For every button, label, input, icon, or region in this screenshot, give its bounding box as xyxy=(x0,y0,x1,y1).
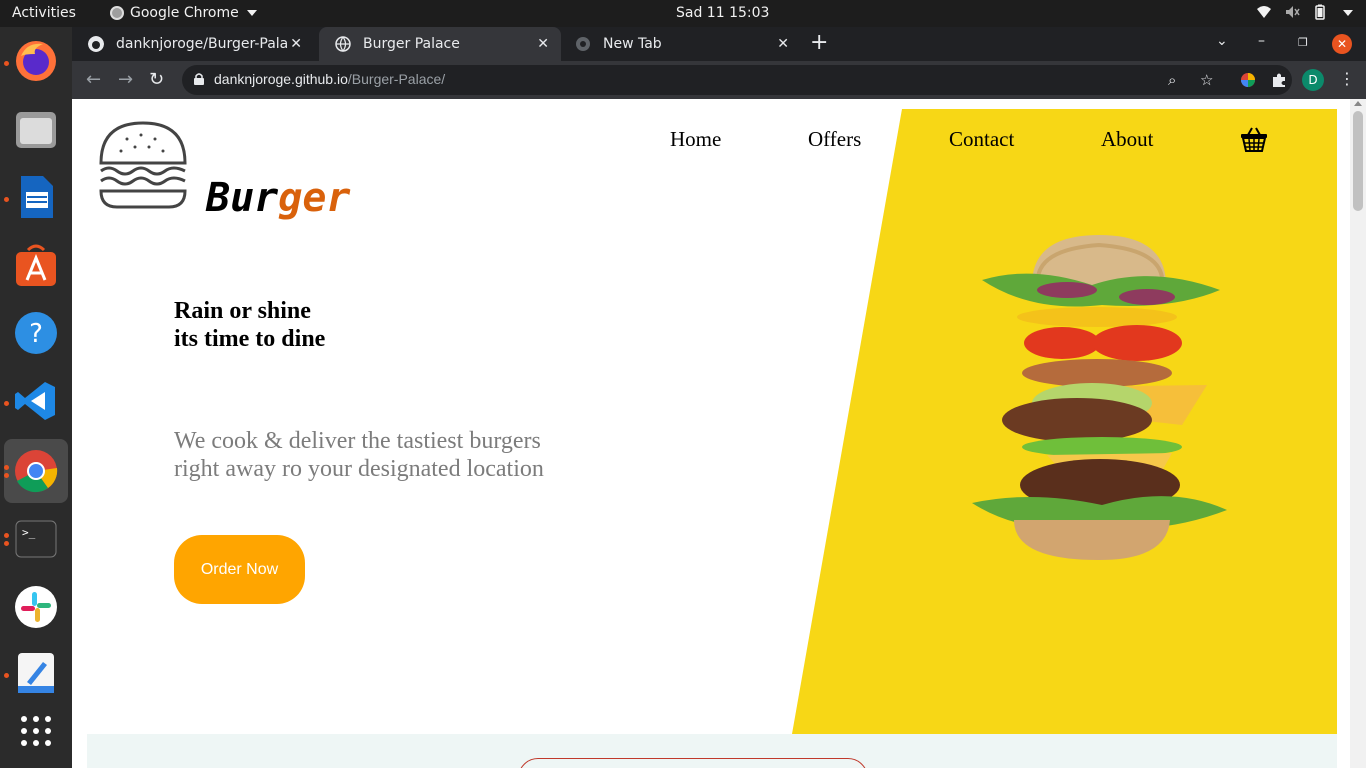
caret-down-icon xyxy=(246,10,257,16)
text-editor-icon[interactable] xyxy=(12,649,60,697)
running-indicator xyxy=(4,61,9,66)
color-extension-icon[interactable] xyxy=(1240,72,1256,88)
system-top-bar: Activities Google Chrome Sad 11 15:03 xyxy=(0,0,1366,27)
chrome-icon[interactable] xyxy=(12,447,60,495)
battery-icon xyxy=(1315,4,1325,20)
brand-wordmark[interactable]: Burger xyxy=(206,175,351,221)
tab-strip: danknjoroge/Burger-Pala ✕ Burger Palace … xyxy=(72,27,1366,61)
brand-part-2: ger xyxy=(278,175,351,221)
running-indicator xyxy=(4,541,9,546)
slack-icon[interactable] xyxy=(12,583,60,631)
browser-window: danknjoroge/Burger-Pala ✕ Burger Palace … xyxy=(72,27,1366,768)
app-menu[interactable]: Google Chrome xyxy=(110,5,257,21)
tab-new-tab[interactable]: New Tab ✕ xyxy=(559,27,801,61)
bookmark-star-icon[interactable]: ☆ xyxy=(1200,71,1213,89)
tab-burger-palace[interactable]: Burger Palace ✕ xyxy=(319,27,561,61)
cart-basket-icon[interactable] xyxy=(1240,125,1268,153)
libreoffice-writer-icon[interactable] xyxy=(12,173,60,221)
vscode-icon[interactable] xyxy=(12,377,60,425)
tab-search-icon[interactable]: ⌄ xyxy=(1216,33,1228,49)
running-indicator xyxy=(4,197,9,202)
address-bar[interactable]: danknjoroge.github.io/Burger-Palace/ ⌕ ☆ xyxy=(182,65,1292,95)
nav-offers[interactable]: Offers xyxy=(808,127,861,152)
url-path: /Burger-Palace/ xyxy=(347,71,446,87)
running-indicator xyxy=(4,533,9,538)
tab-title: Burger Palace xyxy=(363,36,460,52)
svg-text:?: ? xyxy=(29,319,43,349)
lock-icon[interactable] xyxy=(194,73,204,85)
exploded-burger-image xyxy=(972,235,1227,560)
volume-icon xyxy=(1286,6,1300,18)
chrome-icon xyxy=(110,6,124,20)
github-icon xyxy=(88,36,104,52)
app-center-icon[interactable] xyxy=(12,241,60,289)
nav-home[interactable]: Home xyxy=(670,127,721,152)
restore-button[interactable]: ❐ xyxy=(1298,36,1308,49)
running-indicator xyxy=(4,673,9,678)
tab-title: danknjoroge/Burger-Pala xyxy=(116,36,288,52)
wifi-icon xyxy=(1257,6,1271,18)
close-tab-icon[interactable]: ✕ xyxy=(290,36,302,52)
description-line-2: right away ro your designated location xyxy=(174,456,544,482)
show-apps-icon[interactable] xyxy=(12,707,60,755)
tab-title: New Tab xyxy=(603,36,662,52)
description-line-1: We cook & deliver the tastiest burgers xyxy=(174,428,541,454)
brand-part-1: Bur xyxy=(206,175,279,221)
reload-button[interactable]: ↻ xyxy=(149,69,164,90)
system-tray[interactable] xyxy=(1256,4,1356,20)
scrollbar-thumb[interactable] xyxy=(1353,111,1363,211)
order-now-button[interactable]: Order Now xyxy=(174,535,305,604)
app-menu-label: Google Chrome xyxy=(130,5,239,21)
menu-kebab-icon[interactable]: ⋮ xyxy=(1339,69,1355,88)
scroll-up-arrow-icon[interactable] xyxy=(1354,101,1362,106)
close-tab-icon[interactable]: ✕ xyxy=(537,36,549,52)
firefox-icon[interactable] xyxy=(12,37,60,85)
browser-toolbar: ← → ↻ danknjoroge.github.io/Burger-Palac… xyxy=(72,61,1366,99)
extensions-puzzle-icon[interactable] xyxy=(1271,72,1287,88)
url-host: danknjoroge.github.io xyxy=(214,71,348,87)
zoom-icon[interactable]: ⌕ xyxy=(1168,71,1176,89)
web-page: Burger Home Offers Contact About Rain or… xyxy=(72,99,1366,768)
hero-headline: Rain or shine its time to dine xyxy=(174,297,325,353)
forward-button[interactable]: → xyxy=(118,69,133,90)
profile-avatar[interactable]: D xyxy=(1302,69,1324,91)
help-icon[interactable]: ? xyxy=(12,309,60,357)
globe-icon xyxy=(335,36,351,52)
url-text: danknjoroge.github.io/Burger-Palace/ xyxy=(214,71,445,87)
hero-description: We cook & deliver the tastiest burgers r… xyxy=(174,427,544,483)
page-scrollbar[interactable] xyxy=(1350,99,1366,768)
running-indicator xyxy=(4,465,9,470)
close-tab-icon[interactable]: ✕ xyxy=(777,36,789,52)
files-icon[interactable] xyxy=(12,105,60,153)
running-indicator xyxy=(4,401,9,406)
headline-line-1: Rain or shine xyxy=(174,298,311,324)
activities-button[interactable]: Activities xyxy=(12,5,76,21)
new-tab-button[interactable]: + xyxy=(810,32,828,54)
chrome-icon xyxy=(576,37,590,51)
clock[interactable]: Sad 11 15:03 xyxy=(676,5,769,21)
terminal-icon[interactable]: >_ xyxy=(12,515,60,563)
back-button[interactable]: ← xyxy=(86,69,101,90)
nav-contact[interactable]: Contact xyxy=(949,127,1014,152)
close-window-button[interactable]: ✕ xyxy=(1332,34,1352,54)
caret-down-icon xyxy=(1343,10,1353,16)
tab-github[interactable]: danknjoroge/Burger-Pala ✕ xyxy=(72,27,314,61)
running-indicator xyxy=(4,473,9,478)
dock: ? >_ xyxy=(0,27,72,768)
svg-text:>_: >_ xyxy=(22,526,36,539)
section-heading-outline xyxy=(518,758,868,768)
headline-line-2: its time to dine xyxy=(174,326,326,352)
nav-about[interactable]: About xyxy=(1101,127,1154,152)
burger-logo-icon[interactable] xyxy=(97,119,189,211)
minimize-button[interactable]: – xyxy=(1258,33,1265,49)
